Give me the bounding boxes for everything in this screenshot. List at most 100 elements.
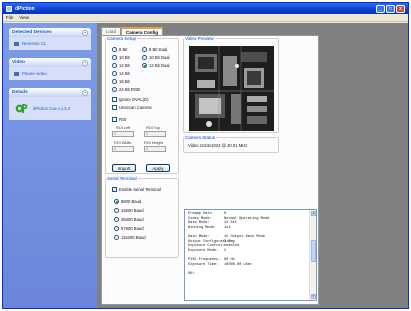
scroll-thumb[interactable] (311, 240, 316, 262)
radio-icon (142, 55, 147, 60)
mode-8bit-dual-radio[interactable]: 8 Bit Dual (142, 47, 167, 52)
dpiction-logo (15, 103, 28, 114)
log-value: enabled (224, 244, 240, 249)
camera-status-text: Video 1024x1024 @ 40.01 MHz (188, 143, 248, 148)
mode-12bit-dual-radio[interactable]: 12 Bit Dual (142, 63, 169, 68)
chevron-up-icon[interactable]: ⌃ (82, 29, 88, 36)
enable-serial-label: Enable Serial Terminal (119, 187, 161, 192)
mode-label: 8 Bit Dual (149, 47, 168, 52)
panel-detected-devices-header[interactable]: Detected Devices ⌃ (9, 28, 91, 37)
panel-video-header[interactable]: Video ⌃ (9, 58, 91, 67)
mode-label: 8 Bit (119, 47, 128, 52)
mode-label: 16 Bit (119, 79, 130, 84)
title-bar: dPiction _ □ x (3, 3, 408, 14)
log-value: 16000.00 uSec (224, 262, 253, 267)
details-body: dPiction Cue v.1.5.4 (9, 97, 91, 120)
mode-10bit-radio[interactable]: 10 Bit (112, 55, 130, 60)
maximize-button[interactable]: □ (386, 4, 395, 13)
tab-camera-config[interactable]: Camera Config (121, 27, 164, 35)
checkbox-icon: ✓ (112, 187, 117, 192)
roi-left-label: ROI Left (116, 126, 131, 130)
pause-video-label: Pause video (22, 71, 47, 76)
camera-setup-legend: Camera Setup (107, 36, 137, 41)
roi-checkbox[interactable]: ROI (112, 117, 126, 122)
option-label: Unsecan Camera (119, 105, 152, 110)
menu-bar: File View (3, 14, 408, 22)
app-icon (6, 5, 12, 12)
mode-label: 12 Bit Dual (149, 63, 170, 68)
enable-serial-checkbox[interactable]: ✓ Enable Serial Terminal (112, 187, 161, 192)
radio-icon (114, 208, 119, 213)
tab-strip: Load Camera Config (101, 27, 164, 35)
baud-9600-radio[interactable]: 9600 Baud (114, 199, 141, 204)
log-scrollbar[interactable]: ▲ ▼ (309, 210, 316, 300)
baud-115200-radio[interactable]: 115200 Baud (114, 235, 146, 240)
apply-button[interactable]: Apply (146, 164, 170, 172)
radio-icon (112, 79, 117, 84)
video-preview-legend: Video Preview (185, 36, 214, 41)
panel-detected-devices: Detected Devices ⌃ Nemesis CL (9, 28, 91, 50)
pause-icon (14, 71, 19, 76)
unsecan-camera-checkbox[interactable]: Unsecan Camera (112, 105, 152, 110)
menu-view[interactable]: View (19, 15, 29, 20)
chevron-up-icon[interactable]: ⌃ (82, 59, 88, 66)
mode-16bit-radio[interactable]: 16 Bit (112, 79, 130, 84)
serial-terminal-legend: Serial Terminal (107, 176, 137, 181)
camera-config-page: Camera Setup 8 Bit 10 Bit 12 Bit 14 Bit … (101, 35, 319, 305)
camera-setup-group: Camera Setup 8 Bit 10 Bit 12 Bit 14 Bit … (105, 36, 179, 174)
sidebar: Detected Devices ⌃ Nemesis CL Video ⌃ Pa… (3, 23, 97, 308)
log-value: 2 (224, 248, 227, 253)
radio-icon (112, 87, 117, 92)
minimize-button[interactable]: _ (376, 4, 385, 13)
serial-log-textarea[interactable]: Preamp Gain 0 Video Mode: Normal Operating … (184, 209, 317, 301)
radio-icon (112, 63, 117, 68)
import-button[interactable]: Import (112, 164, 136, 172)
baud-19200-radio[interactable]: 19200 Baud (114, 208, 144, 213)
serial-log-content: Preamp Gain 0 Video Mode: Normal Operating … (188, 212, 308, 276)
baud-57600-radio[interactable]: 57600 Baud (114, 226, 144, 231)
mode-24bit-rgb-radio[interactable]: 24 Bit RGB (112, 87, 140, 92)
baud-label: 57600 Baud (121, 226, 144, 231)
checkbox-icon (112, 117, 117, 122)
mode-10bit-dual-radio[interactable]: 10 Bit Dual (142, 55, 169, 60)
baud-label: 9600 Baud (121, 199, 142, 204)
device-item[interactable]: Nemesis CL (9, 37, 91, 50)
pause-video-link[interactable]: Pause video (9, 67, 91, 80)
app-window: dPiction _ □ x File View Detected Device… (2, 2, 409, 309)
window-title: dPiction (15, 5, 35, 12)
log-value: 1x1 (224, 225, 231, 230)
camera-status-legend: Camera Status (185, 135, 216, 140)
scroll-down-icon[interactable]: ▼ (311, 294, 316, 299)
roi-width-input[interactable]: 0 (112, 146, 134, 152)
roi-top-label: ROI Top (146, 126, 160, 130)
baud-label: 38400 Baud (121, 217, 144, 222)
mode-8bit-radio[interactable]: 8 Bit (112, 47, 127, 52)
roi-left-input[interactable]: 0 (112, 131, 134, 137)
checkbox-icon (112, 97, 117, 102)
device-label: Nemesis CL (22, 41, 47, 46)
tab-load[interactable]: Load (101, 27, 122, 35)
baud-38400-radio[interactable]: 38400 Baud (114, 217, 144, 222)
baud-label: 19200 Baud (121, 208, 144, 213)
radio-icon (114, 226, 119, 231)
chevron-up-icon[interactable]: ⌃ (82, 89, 88, 96)
panel-title: Video (12, 60, 25, 65)
mode-14bit-radio[interactable]: 14 Bit (112, 71, 130, 76)
mode-12bit-radio[interactable]: 12 Bit (112, 63, 130, 68)
roi-top-input[interactable]: 0 (144, 131, 166, 137)
radio-icon (114, 217, 119, 222)
menu-file[interactable]: File (6, 15, 13, 20)
circuit-board-image (189, 46, 274, 131)
camera-status-group: Camera Status Video 1024x1024 @ 40.01 MH… (183, 135, 279, 153)
ignore-dval-checkbox[interactable]: Ignore DVAL(D) (112, 97, 148, 102)
roi-height-input[interactable]: 0 (144, 146, 166, 152)
roi-height-label: ROI Height (144, 141, 163, 145)
scroll-up-icon[interactable]: ▲ (311, 211, 316, 216)
panel-title: Detected Devices (12, 30, 52, 35)
panel-video: Video ⌃ Pause video (9, 58, 91, 80)
serial-terminal-group: Serial Terminal ✓ Enable Serial Terminal … (105, 176, 179, 258)
mode-label: 10 Bit Dual (149, 55, 170, 60)
radio-icon (142, 47, 147, 52)
close-button[interactable]: x (396, 4, 405, 13)
panel-details-header[interactable]: Details ⌃ (9, 88, 91, 97)
